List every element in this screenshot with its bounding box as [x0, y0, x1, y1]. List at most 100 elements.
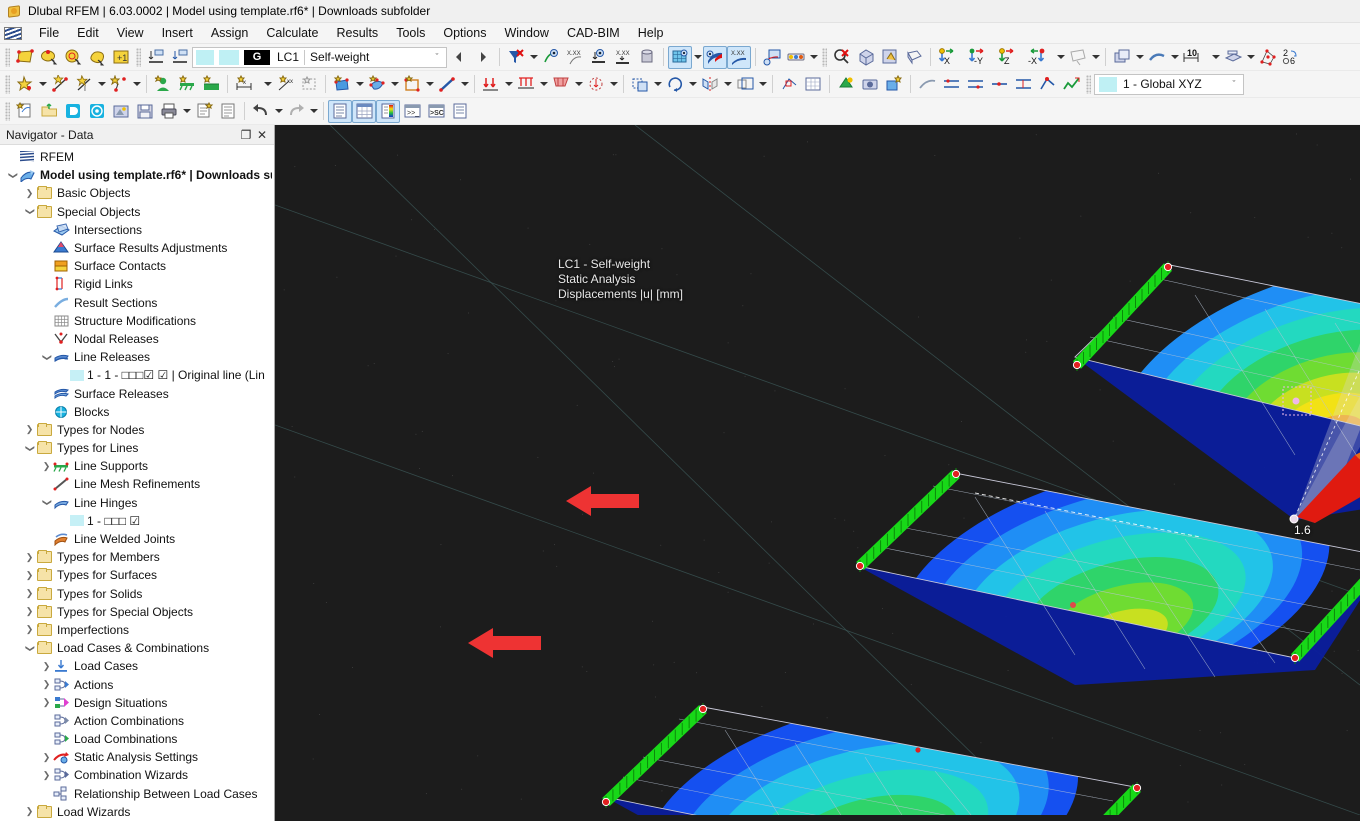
- export-loads-icon[interactable]: [168, 46, 192, 69]
- open-model-icon[interactable]: [37, 100, 61, 123]
- printout-report-icon[interactable]: [216, 100, 240, 123]
- tree-item[interactable]: Load Cases & Combinations: [0, 639, 274, 657]
- chevron-right-icon[interactable]: [40, 661, 53, 672]
- new-line-icon[interactable]: [48, 73, 72, 96]
- tree-item[interactable]: Types for Nodes: [0, 421, 274, 439]
- chevron-down-icon[interactable]: [96, 73, 107, 96]
- menu-options[interactable]: Options: [434, 24, 495, 42]
- results-chart-icon[interactable]: [1059, 73, 1083, 96]
- new-report-icon[interactable]: [192, 100, 216, 123]
- undock-icon[interactable]: ❐: [238, 128, 254, 142]
- menu-help[interactable]: Help: [629, 24, 673, 42]
- menu-assign[interactable]: Assign: [202, 24, 258, 42]
- tree-item[interactable]: Load Cases: [0, 657, 274, 675]
- dimension-scale-icon[interactable]: 10: [1180, 46, 1210, 69]
- new-line-load-icon[interactable]: [514, 73, 538, 96]
- chevron-down-icon[interactable]: [273, 100, 284, 123]
- toolbar-grip-3[interactable]: [822, 48, 827, 67]
- menu-tools[interactable]: Tools: [387, 24, 434, 42]
- tree-item[interactable]: Nodal Releases: [0, 330, 274, 348]
- zoom-all-icon[interactable]: [854, 46, 878, 69]
- chevron-right-icon[interactable]: [23, 188, 36, 199]
- next-load-case-button[interactable]: [471, 46, 495, 69]
- chevron-down-icon[interactable]: [6, 170, 19, 181]
- toolbar-grip-2[interactable]: [136, 48, 141, 67]
- chevron-down-icon[interactable]: [692, 46, 703, 69]
- clipping-plane-icon[interactable]: [1145, 46, 1169, 69]
- mirror-icon[interactable]: [698, 73, 722, 96]
- dimension-angular-icon[interactable]: xx: [273, 73, 297, 96]
- model-viewport[interactable]: LC1 - Self-weight Static Analysis Displa…: [275, 125, 1360, 821]
- select-special-icon[interactable]: +1: [109, 46, 133, 69]
- view-along-minus-y-button[interactable]: -Y: [965, 46, 995, 69]
- dlubal-center-icon[interactable]: [61, 100, 85, 123]
- chevron-right-icon[interactable]: [23, 424, 36, 435]
- chevron-down-icon[interactable]: [722, 73, 733, 96]
- result-scale-icon[interactable]: [784, 46, 808, 69]
- tree-item[interactable]: Surface Releases: [0, 384, 274, 402]
- rotate-icon[interactable]: [663, 73, 687, 96]
- chevron-down-icon[interactable]: [573, 73, 584, 96]
- info-panel-toggle[interactable]: [448, 100, 472, 123]
- result-diagram-values-icon[interactable]: X.XX: [727, 46, 751, 69]
- tree-item[interactable]: Structure Modifications: [0, 312, 274, 330]
- toolbar-grip[interactable]: [5, 48, 10, 67]
- chevron-down-icon[interactable]: [459, 73, 470, 96]
- new-surface-load-icon[interactable]: [549, 73, 573, 96]
- tree-item[interactable]: Surface Results Adjustments: [0, 239, 274, 257]
- view-along-x-button[interactable]: X: [935, 46, 965, 69]
- dimension-area-icon[interactable]: [297, 73, 321, 96]
- tree-item[interactable]: Result Sections: [0, 294, 274, 312]
- snap-settings-icon[interactable]: [777, 73, 801, 96]
- show-deformation-icon[interactable]: [539, 46, 563, 69]
- align-4-icon[interactable]: [1011, 73, 1035, 96]
- new-free-load-icon[interactable]: [584, 73, 608, 96]
- grid-settings-icon[interactable]: [801, 73, 825, 96]
- previous-load-case-button[interactable]: [447, 46, 471, 69]
- toolbar-grip[interactable]: [5, 102, 10, 121]
- chevron-down-icon[interactable]: [23, 443, 36, 454]
- view-along-z-button[interactable]: Z: [995, 46, 1025, 69]
- tree-item[interactable]: Types for Surfaces: [0, 566, 274, 584]
- new-node-icon[interactable]: [13, 73, 37, 96]
- chevron-down-icon[interactable]: [687, 73, 698, 96]
- tree-item[interactable]: Model using template.rf6* | Downloads su…: [0, 166, 274, 184]
- menu-window[interactable]: Window: [495, 24, 557, 42]
- chevron-right-icon[interactable]: [40, 679, 53, 690]
- chevron-down-icon[interactable]: ˇ: [1227, 79, 1241, 89]
- new-nodal-support-icon[interactable]: [151, 73, 175, 96]
- scale-icon[interactable]: [733, 73, 757, 96]
- deformation-values-icon[interactable]: X.XX: [563, 46, 587, 69]
- zoom-reset-icon[interactable]: [830, 46, 854, 69]
- new-opening-icon[interactable]: [400, 73, 424, 96]
- render-wireframe-icon[interactable]: [902, 46, 926, 69]
- new-line-type-icon[interactable]: I: [72, 73, 96, 96]
- chevron-right-icon[interactable]: [23, 570, 36, 581]
- tree-item[interactable]: RFEM: [0, 148, 274, 166]
- menu-cad-bim[interactable]: CAD-BIM: [558, 24, 629, 42]
- chevron-right-icon[interactable]: [40, 697, 53, 708]
- select-rubber-band-icon[interactable]: [37, 46, 61, 69]
- tree-item[interactable]: Relationship Between Load Cases: [0, 785, 274, 803]
- script-panel-toggle[interactable]: >SC: [424, 100, 448, 123]
- navigator-panel-toggle[interactable]: [328, 100, 352, 123]
- chevron-right-icon[interactable]: [23, 624, 36, 635]
- mesh-settings-icon[interactable]: 26: [1280, 46, 1310, 69]
- chevron-right-icon[interactable]: [40, 461, 53, 472]
- section-view-icon[interactable]: [1221, 46, 1245, 69]
- tree-item[interactable]: Line Welded Joints: [0, 530, 274, 548]
- menu-results[interactable]: Results: [328, 24, 388, 42]
- select-circle-icon[interactable]: [61, 46, 85, 69]
- visibility-icon[interactable]: [1110, 46, 1134, 69]
- tree-item[interactable]: Line Supports: [0, 457, 274, 475]
- view-along-minus-x-button[interactable]: -X: [1025, 46, 1055, 69]
- perspective-view-icon[interactable]: [1066, 46, 1090, 69]
- print-icon[interactable]: [157, 100, 181, 123]
- move-copy-icon[interactable]: [628, 73, 652, 96]
- save-icon[interactable]: [133, 100, 157, 123]
- tree-item[interactable]: 1 - 1 - □□□☑ ☑ | Original line (Lin: [0, 366, 274, 384]
- align-3-icon[interactable]: [987, 73, 1011, 96]
- tree-item[interactable]: Blocks: [0, 403, 274, 421]
- tree-item[interactable]: Types for Solids: [0, 585, 274, 603]
- chevron-down-icon[interactable]: [37, 73, 48, 96]
